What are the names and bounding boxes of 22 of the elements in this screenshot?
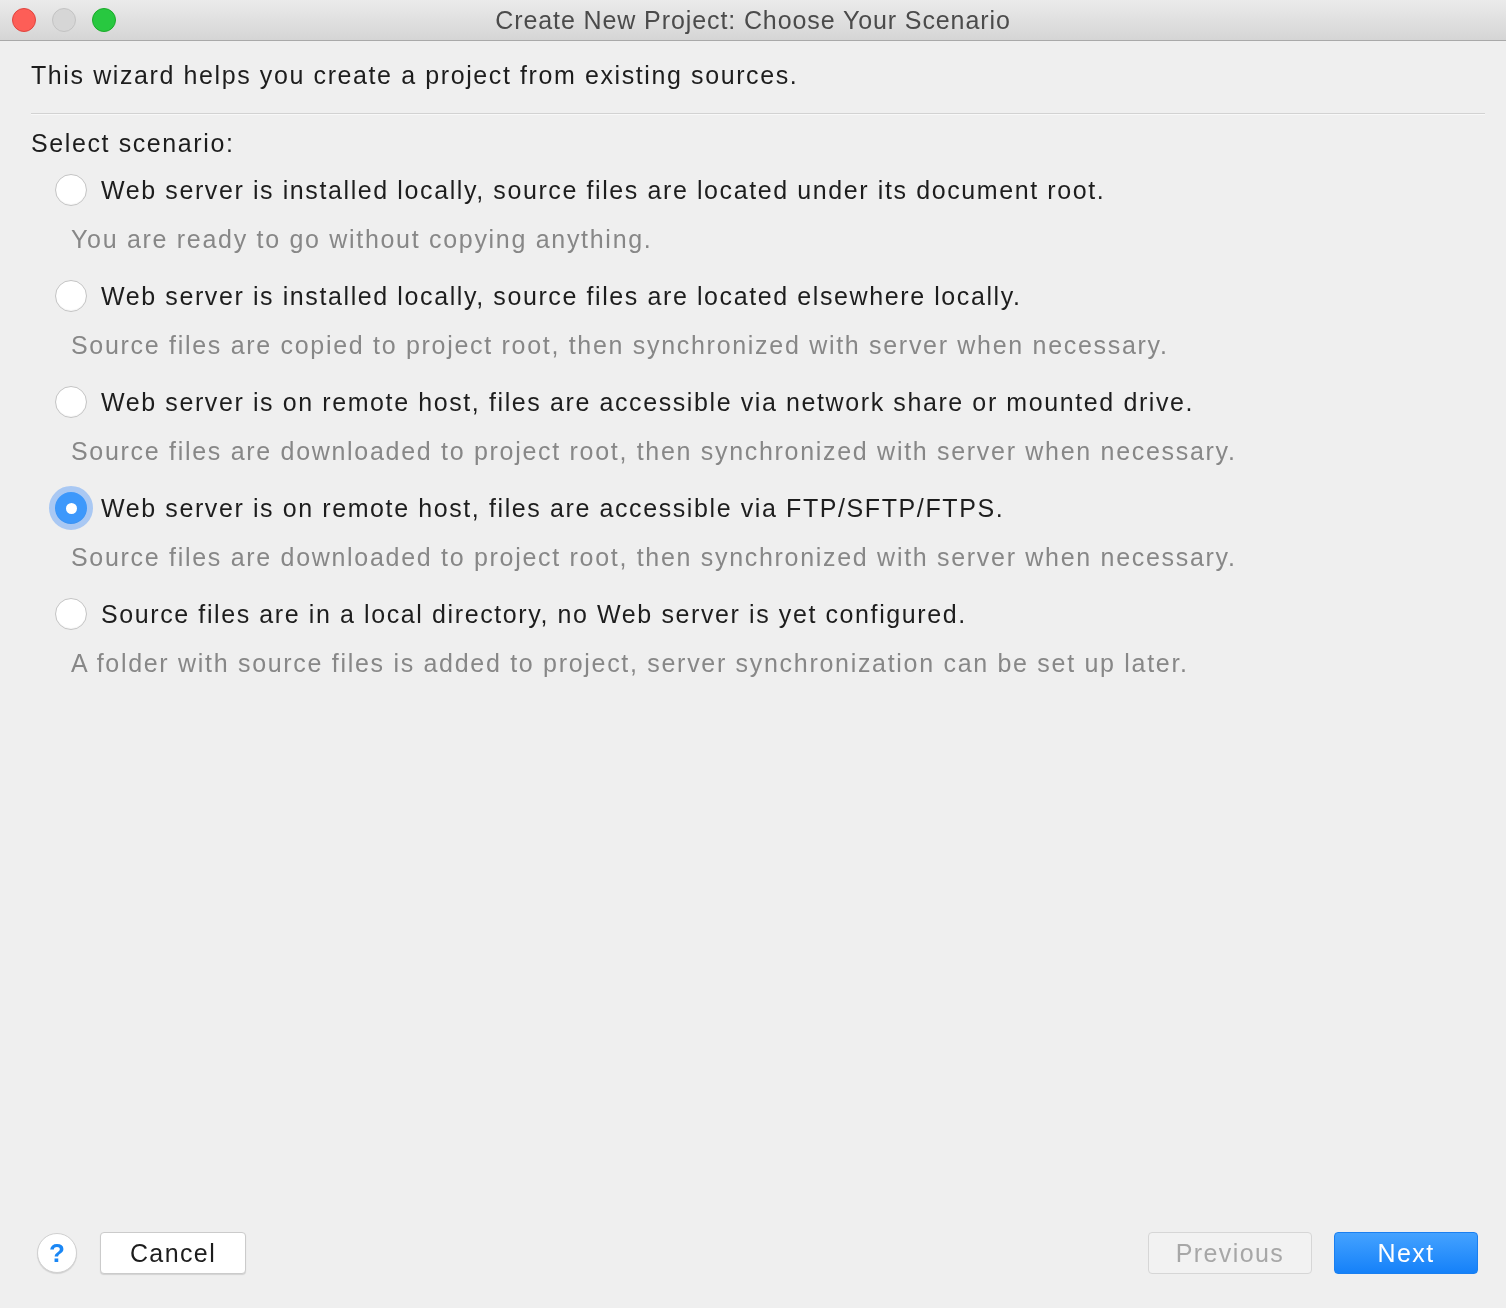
option-description: A folder with source files is added to project, server synchronization can be set up later. bbox=[71, 648, 1189, 679]
option-label[interactable]: Web server is on remote host, files are accessible via FTP/SFTP/FTPS. bbox=[101, 492, 1005, 524]
window-title: Create New Project: Choose Your Scenario bbox=[495, 5, 1011, 35]
radio-button[interactable] bbox=[55, 174, 87, 206]
help-button[interactable]: ? bbox=[37, 1233, 77, 1273]
radio-button[interactable] bbox=[55, 280, 87, 312]
option-label[interactable]: Source files are in a local directory, no Web server is yet configured. bbox=[101, 598, 967, 630]
close-icon[interactable] bbox=[12, 8, 36, 32]
section-label: Select scenario: bbox=[31, 128, 235, 159]
option-description: Source files are copied to project root, then synchronized with server when necessary. bbox=[71, 330, 1169, 361]
intro-text: This wizard helps you create a project from existing sources. bbox=[31, 60, 799, 91]
zoom-icon[interactable] bbox=[92, 8, 116, 32]
option-description: Source files are downloaded to project root, then synchronized with server when necessary. bbox=[71, 542, 1237, 573]
radio-button[interactable] bbox=[55, 386, 87, 418]
option-label[interactable]: Web server is installed locally, source files are located under its document root. bbox=[101, 174, 1106, 206]
option-label[interactable]: Web server is installed locally, source files are located elsewhere locally. bbox=[101, 280, 1022, 312]
radio-button[interactable] bbox=[49, 486, 93, 530]
option-description: Source files are downloaded to project root, then synchronized with server when necessary. bbox=[71, 436, 1237, 467]
dialog-button[interactable]: Cancel bbox=[100, 1232, 246, 1274]
option-description: You are ready to go without copying anything. bbox=[71, 224, 653, 255]
option-label[interactable]: Web server is on remote host, files are accessible via network share or mounted drive. bbox=[101, 386, 1195, 418]
radio-button[interactable] bbox=[55, 598, 87, 630]
